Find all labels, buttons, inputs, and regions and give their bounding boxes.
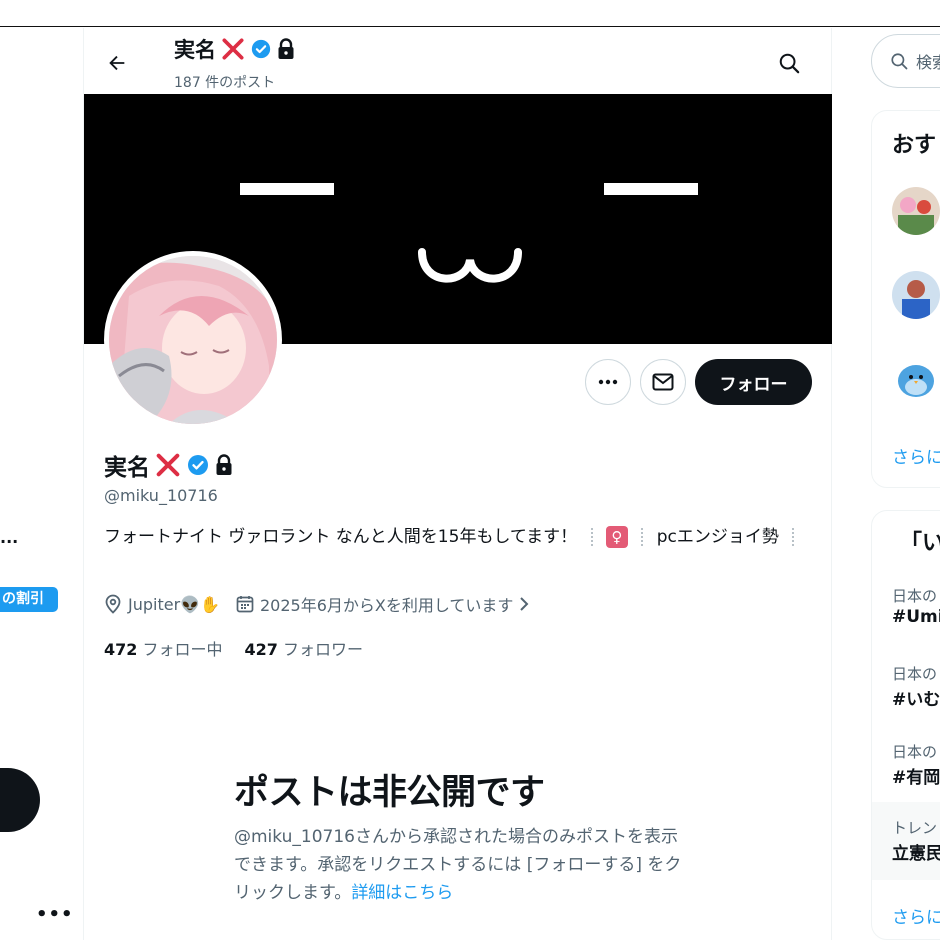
profile-bio: フォートナイト ヴァロラント なんと人間を15年もしてます！ ♀ pcエンジョイ… xyxy=(104,524,814,550)
search-icon xyxy=(891,53,908,70)
avatar-image xyxy=(892,187,940,235)
location-item: Jupiter👽✋ xyxy=(104,594,220,614)
recommended-user-avatar[interactable] xyxy=(892,271,940,319)
followers-label: フォロワー xyxy=(283,640,364,659)
header-title: 実名 xyxy=(174,34,296,64)
profile-handle: @miku_10716 xyxy=(104,486,218,505)
banner-mouth xyxy=(418,248,522,283)
trends-card: 「い 日本の #Umi 日本の #いむ 日本の #有岡 トレン 立憲民 さらに xyxy=(871,510,940,940)
trend-category: 日本の xyxy=(892,743,938,761)
trend-category: 日本の xyxy=(892,665,938,683)
post-button[interactable] xyxy=(0,768,40,832)
trend-item[interactable]: トレン 立憲民 xyxy=(872,802,940,880)
trend-item[interactable]: 日本の #Umi xyxy=(872,585,940,663)
bio-separator xyxy=(641,528,644,546)
learn-more-link[interactable]: 詳細はこちら xyxy=(351,883,453,903)
trend-category: トレン xyxy=(892,819,938,837)
banner-eye-left xyxy=(240,183,334,195)
chevron-right-icon xyxy=(520,597,529,611)
search-input[interactable]: 検索 xyxy=(871,34,940,88)
search-placeholder: 検索 xyxy=(916,53,940,72)
more-options-button[interactable] xyxy=(585,359,631,405)
discount-badge[interactable]: の割引 xyxy=(0,587,58,612)
envelope-icon xyxy=(652,373,674,391)
followers-count: 427 xyxy=(244,640,278,659)
show-more-trends-link[interactable]: さらに xyxy=(892,903,940,928)
bio-text-2: pcエンジョイ勢 xyxy=(656,527,779,547)
avatar-image xyxy=(892,355,940,403)
avatar-image xyxy=(109,256,277,424)
lock-icon xyxy=(216,454,232,475)
joined-text: 2025年6月からXを利用しています xyxy=(260,596,514,615)
joined-item[interactable]: 2025年6月からXを利用しています xyxy=(236,592,529,616)
trend-name: #いむ xyxy=(892,690,940,710)
verified-badge-icon xyxy=(251,39,271,59)
follow-stats: 472 フォロー中 427 フォロワー xyxy=(104,636,363,660)
arrow-left-icon xyxy=(109,55,125,71)
trend-name: #有岡 xyxy=(892,768,940,788)
private-posts-description: @miku_10716さんから承認された場合のみポストを表示できます。承認をリク… xyxy=(234,823,684,907)
bio-separator xyxy=(590,528,593,546)
left-sidebar: ... の割引 ••• xyxy=(0,28,84,940)
following-label: フォロー中 xyxy=(142,640,223,659)
verified-badge-icon[interactable] xyxy=(186,453,210,477)
location-pin-icon xyxy=(105,594,121,614)
following-count: 472 xyxy=(104,640,138,659)
search-button[interactable] xyxy=(772,46,806,80)
who-to-follow-card: おす さらに xyxy=(871,110,940,488)
trend-item[interactable]: 日本の #いむ xyxy=(872,663,940,741)
bio-separator xyxy=(792,528,795,546)
who-to-follow-title: おす xyxy=(892,133,937,158)
private-posts-title: ポストは非公開です xyxy=(234,773,545,813)
trend-name: #Umi xyxy=(892,607,940,627)
recommended-user-avatar[interactable] xyxy=(892,187,940,235)
follow-button[interactable]: フォロー xyxy=(695,359,812,405)
followers-link[interactable]: 427 フォロワー xyxy=(245,636,364,660)
avatar-image xyxy=(892,271,940,319)
x-mark-icon xyxy=(156,453,180,477)
profile-meta: Jupiter👽✋ 2025年6月からXを利用しています xyxy=(104,592,545,616)
profile-avatar[interactable] xyxy=(104,251,282,429)
location-text: Jupiter👽✋ xyxy=(128,594,220,614)
following-link[interactable]: 472 フォロー中 xyxy=(104,636,223,660)
bio-text-1: フォートナイト ヴァロラント なんと人間を15年もしてます！ xyxy=(104,527,578,547)
show-more-recommendations-link[interactable]: さらに xyxy=(892,443,940,468)
post-count: 187 件のポスト xyxy=(174,75,276,91)
recommended-user-avatar[interactable] xyxy=(892,355,940,403)
trend-name: 立憲民 xyxy=(892,844,940,864)
more-horizontal-icon xyxy=(598,379,618,385)
window-top-bar xyxy=(0,0,940,27)
banner-eye-right xyxy=(604,183,698,195)
profile-display-name: 実名 xyxy=(104,455,150,481)
left-sidebar-truncated-text: ... xyxy=(0,528,19,547)
x-mark-icon xyxy=(222,38,244,60)
header-name: 実名 xyxy=(174,38,216,62)
lock-icon xyxy=(278,38,294,59)
back-button[interactable] xyxy=(100,46,134,80)
calendar-icon xyxy=(236,596,254,613)
trends-title: 「い xyxy=(900,531,940,556)
search-icon xyxy=(779,53,800,74)
profile-header: 実名 187 件のポスト xyxy=(84,28,832,94)
account-more-icon[interactable]: ••• xyxy=(36,904,74,925)
trend-category: 日本の xyxy=(892,587,938,605)
private-description-text: @miku_10716さんから承認された場合のみポストを表示できます。承認をリク… xyxy=(234,827,682,903)
message-button[interactable] xyxy=(640,359,686,405)
profile-column: 実名 187 件のポスト フォロー 実名 @miku_10716 フォートナイト… xyxy=(84,28,832,940)
female-sign-icon: ♀ xyxy=(605,526,628,548)
profile-name: 実名 xyxy=(104,448,234,482)
